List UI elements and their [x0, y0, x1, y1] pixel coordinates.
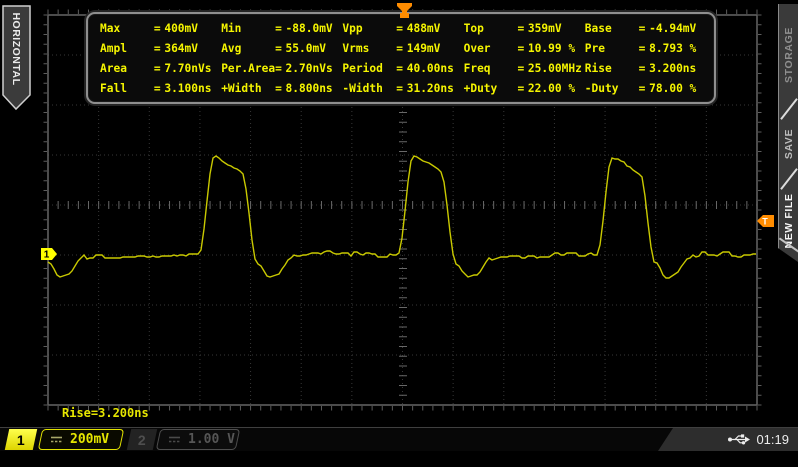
- trigger-level-label: T: [762, 217, 768, 227]
- measurement-row: Ampl = 364mV Avg = 55.0mV Vrms = 149mV Over = 10.99…: [100, 38, 706, 58]
- measurement-cell: +Width = 8.800ns: [221, 82, 333, 96]
- measurement-cell: Vpp = 488mV: [342, 21, 441, 35]
- oscilloscope-screen: Max = 400mV Min = -88.0mV Vpp = 488mV Top = 359mV Ba…: [0, 0, 798, 467]
- bottom-status-bar: 1 200mV 2 1.00 V 01:19: [0, 427, 798, 451]
- tab-separator: [780, 168, 798, 190]
- measurement-cell: Rise = 3.200ns: [584, 62, 697, 76]
- measurement-cell: +Duty = 22.00 %: [463, 82, 576, 96]
- measurement-row: Max = 400mV Min = -88.0mV Vpp = 488mV Top = 359mV Ba…: [100, 18, 706, 38]
- channel1-number: 1: [17, 431, 25, 448]
- tab-horizontal[interactable]: HORIZONTAL: [2, 5, 32, 111]
- measurement-cell: Ampl = 364mV: [100, 41, 199, 55]
- clock-time: 01:19: [756, 432, 789, 447]
- channel1-badge[interactable]: 1: [4, 429, 38, 450]
- statusbar-right: 01:19: [658, 428, 798, 451]
- measurement-cell: Area = 7.70nVs: [100, 62, 212, 76]
- tab-storage[interactable]: STORAGE: [779, 14, 798, 96]
- tab-separator: [780, 98, 798, 120]
- tab-save-label: SAVE: [783, 128, 795, 160]
- measurement-panel: Max = 400mV Min = -88.0mV Vpp = 488mV Top = 359mV Ba…: [86, 12, 716, 104]
- trigger-position-marker[interactable]: [396, 2, 414, 19]
- measurement-row: Fall = 3.100ns +Width = 8.800ns -Width = 31.20ns…: [100, 79, 706, 99]
- measurement-cell: Per.Area = 2.70nVs: [221, 62, 333, 76]
- measurement-row: Area = 7.70nVs Per.Area = 2.70nVs Period = 40.00…: [100, 59, 706, 79]
- measurement-cell: Base = -4.94mV: [584, 21, 697, 35]
- usb-icon: [728, 434, 751, 445]
- measurement-cell: Freq = 25.00MHz: [463, 62, 582, 76]
- channel1-marker-label: 1: [44, 250, 50, 261]
- channel2-scale-box[interactable]: 1.00 V: [155, 429, 241, 450]
- measurement-cell: Over = 10.99 %: [463, 41, 576, 55]
- channel2-number: 2: [138, 431, 146, 448]
- rise-readout: Rise=3.200ns: [62, 406, 149, 420]
- horizontal-tab-label: HORIZONTAL: [10, 12, 22, 86]
- channel2-scale-value: 1.00 V: [188, 432, 235, 447]
- measurement-cell: Fall = 3.100ns: [100, 82, 212, 96]
- channel1-level-marker[interactable]: 1: [40, 247, 58, 261]
- measurement-cell: Max = 400mV: [100, 21, 199, 35]
- measurement-cell: Period = 40.00ns: [342, 62, 454, 76]
- trigger-position-icon: [397, 3, 412, 18]
- channel1-scale-box[interactable]: 200mV: [37, 429, 125, 450]
- trigger-level-marker[interactable]: T: [756, 214, 776, 228]
- channel1-scale-value: 200mV: [70, 432, 110, 447]
- measurement-cell: Pre = 8.793 %: [584, 41, 697, 55]
- tab-save[interactable]: SAVE: [779, 120, 798, 168]
- measurement-cell: Avg = 55.0mV: [221, 41, 326, 55]
- dc-coupling-icon: [51, 436, 63, 443]
- measurement-cell: -Width = 31.20ns: [342, 82, 454, 96]
- dc-coupling-icon: [169, 436, 180, 443]
- right-tab-strip: STORAGE SAVE NEW FILE: [778, 4, 798, 262]
- tab-storage-label: STORAGE: [783, 27, 795, 83]
- measurement-cell: Min = -88.0mV: [221, 21, 333, 35]
- channel2-badge[interactable]: 2: [126, 429, 158, 450]
- measurement-cell: Top = 359mV: [463, 21, 562, 35]
- measurement-cell: -Duty = 78.00 %: [584, 82, 697, 96]
- measurement-cell: Vrms = 149mV: [342, 41, 441, 55]
